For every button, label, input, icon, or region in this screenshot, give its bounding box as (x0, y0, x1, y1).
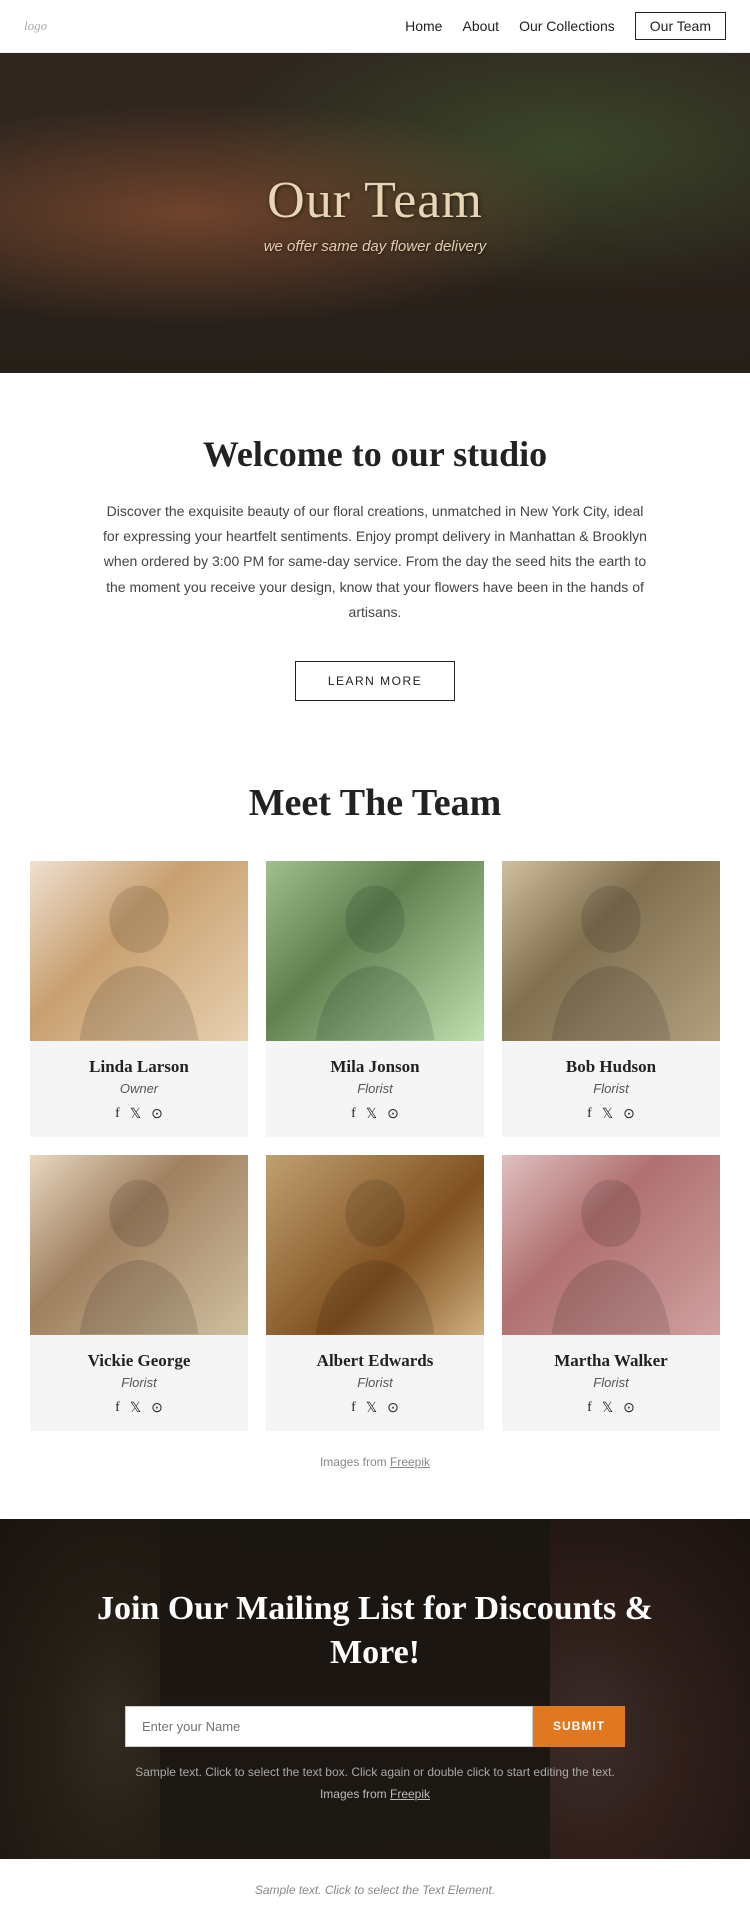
nav-about[interactable]: About (462, 18, 499, 34)
welcome-section: Welcome to our studio Discover the exqui… (0, 373, 750, 751)
mailing-section: Join Our Mailing List for Discounts & Mo… (0, 1519, 750, 1859)
welcome-title: Welcome to our studio (100, 433, 650, 475)
team-member-role: Florist (512, 1081, 710, 1096)
team-card-socials: f 𝕏 ⊙ (512, 1400, 710, 1417)
facebook-icon[interactable]: f (351, 1106, 356, 1123)
facebook-icon[interactable]: f (587, 1400, 592, 1417)
team-card-martha: Martha Walker Florist f 𝕏 ⊙ (502, 1155, 720, 1431)
navbar: logo Home About Our Collections Our Team (0, 0, 750, 53)
twitter-icon[interactable]: 𝕏 (602, 1400, 613, 1417)
nav-home[interactable]: Home (405, 18, 442, 34)
freepik-link[interactable]: Freepik (390, 1455, 430, 1469)
team-card-socials: f 𝕏 ⊙ (276, 1106, 474, 1123)
hero-section: Our Team we offer same day flower delive… (0, 53, 750, 373)
team-member-name: Vickie George (40, 1351, 238, 1371)
team-card-img-bob (502, 861, 720, 1041)
team-card-socials: f 𝕏 ⊙ (512, 1106, 710, 1123)
footer-text: Sample text. Click to select the Text El… (24, 1883, 726, 1897)
team-card-info-albert: Albert Edwards Florist f 𝕏 ⊙ (266, 1335, 484, 1431)
team-card-info-martha: Martha Walker Florist f 𝕏 ⊙ (502, 1335, 720, 1431)
team-card-linda: Linda Larson Owner f 𝕏 ⊙ (30, 861, 248, 1137)
nav-team[interactable]: Our Team (635, 12, 726, 40)
mailing-form: SUBMIT (125, 1706, 625, 1747)
instagram-icon[interactable]: ⊙ (623, 1106, 635, 1123)
twitter-icon[interactable]: 𝕏 (130, 1106, 141, 1123)
instagram-icon[interactable]: ⊙ (623, 1400, 635, 1417)
instagram-icon[interactable]: ⊙ (151, 1400, 163, 1417)
hero-content: Our Team we offer same day flower delive… (264, 171, 487, 255)
facebook-icon[interactable]: f (115, 1400, 120, 1417)
mailing-freepik-link[interactable]: Freepik (390, 1787, 430, 1801)
mailing-content: Join Our Mailing List for Discounts & Mo… (80, 1587, 670, 1800)
team-member-name: Bob Hudson (512, 1057, 710, 1077)
team-member-name: Linda Larson (40, 1057, 238, 1077)
team-card-img-vickie (30, 1155, 248, 1335)
footer: Sample text. Click to select the Text El… (0, 1859, 750, 1921)
team-member-role: Florist (276, 1081, 474, 1096)
team-member-role: Owner (40, 1081, 238, 1096)
team-card-mila: Mila Jonson Florist f 𝕏 ⊙ (266, 861, 484, 1137)
facebook-icon[interactable]: f (115, 1106, 120, 1123)
team-member-name: Albert Edwards (276, 1351, 474, 1371)
hero-title: Our Team (264, 171, 487, 230)
nav-collections[interactable]: Our Collections (519, 18, 615, 34)
team-images-credit: Images from Freepik (30, 1455, 720, 1469)
twitter-icon[interactable]: 𝕏 (130, 1400, 141, 1417)
facebook-icon[interactable]: f (351, 1400, 356, 1417)
team-grid: Linda Larson Owner f 𝕏 ⊙ Mila Jonson Flo… (30, 861, 720, 1431)
welcome-body: Discover the exquisite beauty of our flo… (100, 499, 650, 625)
instagram-icon[interactable]: ⊙ (387, 1106, 399, 1123)
instagram-icon[interactable]: ⊙ (151, 1106, 163, 1123)
team-card-img-mila (266, 861, 484, 1041)
team-member-role: Florist (276, 1375, 474, 1390)
submit-button[interactable]: SUBMIT (533, 1706, 625, 1747)
team-card-info-linda: Linda Larson Owner f 𝕏 ⊙ (30, 1041, 248, 1137)
learn-more-button[interactable]: LEARN MORE (295, 661, 455, 701)
team-card-info-vickie: Vickie George Florist f 𝕏 ⊙ (30, 1335, 248, 1431)
team-section: Meet The Team Linda Larson Owner f 𝕏 ⊙ M… (0, 751, 750, 1489)
team-card-info-mila: Mila Jonson Florist f 𝕏 ⊙ (266, 1041, 484, 1137)
team-card-img-albert (266, 1155, 484, 1335)
team-card-bob: Bob Hudson Florist f 𝕏 ⊙ (502, 861, 720, 1137)
team-card-socials: f 𝕏 ⊙ (276, 1400, 474, 1417)
team-card-socials: f 𝕏 ⊙ (40, 1400, 238, 1417)
team-member-role: Florist (40, 1375, 238, 1390)
team-member-name: Mila Jonson (276, 1057, 474, 1077)
twitter-icon[interactable]: 𝕏 (602, 1106, 613, 1123)
twitter-icon[interactable]: 𝕏 (366, 1106, 377, 1123)
facebook-icon[interactable]: f (587, 1106, 592, 1123)
team-card-img-martha (502, 1155, 720, 1335)
twitter-icon[interactable]: 𝕏 (366, 1400, 377, 1417)
mailing-title: Join Our Mailing List for Discounts & Mo… (80, 1587, 670, 1675)
nav-links: Home About Our Collections Our Team (405, 12, 726, 40)
team-member-name: Martha Walker (512, 1351, 710, 1371)
hero-subtitle: we offer same day flower delivery (264, 238, 487, 255)
team-card-vickie: Vickie George Florist f 𝕏 ⊙ (30, 1155, 248, 1431)
team-card-albert: Albert Edwards Florist f 𝕏 ⊙ (266, 1155, 484, 1431)
mailing-sample-text: Sample text. Click to select the text bo… (80, 1765, 670, 1779)
team-card-socials: f 𝕏 ⊙ (40, 1106, 238, 1123)
name-input[interactable] (125, 1706, 533, 1747)
instagram-icon[interactable]: ⊙ (387, 1400, 399, 1417)
team-member-role: Florist (512, 1375, 710, 1390)
team-title: Meet The Team (30, 781, 720, 825)
mailing-images-credit: Images from Freepik (80, 1787, 670, 1801)
logo: logo (24, 18, 47, 34)
team-card-img-linda (30, 861, 248, 1041)
team-card-info-bob: Bob Hudson Florist f 𝕏 ⊙ (502, 1041, 720, 1137)
